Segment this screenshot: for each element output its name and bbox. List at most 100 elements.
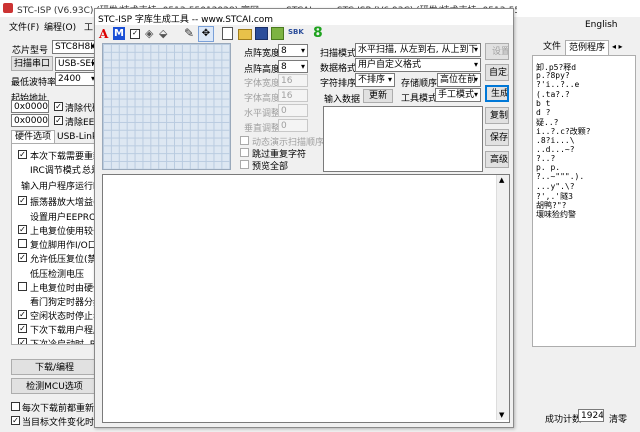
clear-eeprom-checkbox[interactable]: ✓ xyxy=(54,116,63,125)
option-checkbox[interactable]: ✓ xyxy=(18,196,27,205)
tab-hardware-options[interactable]: 硬件选项 xyxy=(11,130,55,144)
move-icon[interactable]: ✥ xyxy=(198,26,214,42)
input-data-field[interactable] xyxy=(323,106,483,172)
chip-select[interactable]: STC8H8K64U xyxy=(52,40,98,54)
tool-mode-select[interactable]: 手工模式 xyxy=(435,88,481,102)
reload-before-download-label: 每次下载前都重新装 xyxy=(22,404,104,414)
font-color-icon[interactable]: A xyxy=(99,27,108,41)
option-checkbox[interactable]: ✓ xyxy=(18,225,27,234)
import-icon[interactable] xyxy=(271,27,284,40)
scroll-down-arrow[interactable]: ▼ xyxy=(499,411,504,419)
dot-width-label: 点阵宽度 xyxy=(244,49,281,59)
vertical-adjust-label: 垂直调整 xyxy=(244,124,281,134)
open-folder-icon[interactable] xyxy=(238,29,252,40)
horizontal-adjust-input[interactable]: 0 xyxy=(278,104,308,117)
font-height-input[interactable]: 16 xyxy=(278,89,308,102)
auto-reload-checkbox[interactable]: ✓ xyxy=(11,416,20,425)
char-sort-label: 字符排序 xyxy=(320,79,357,89)
scan-port-button[interactable]: 扫描串口 xyxy=(11,56,53,71)
new-file-icon[interactable] xyxy=(222,27,233,40)
save-icon[interactable] xyxy=(255,27,268,40)
monospace-icon[interactable]: M xyxy=(113,27,125,40)
output-text-line: p. p. xyxy=(536,163,561,173)
clear-count-button[interactable]: 清零 xyxy=(609,412,627,425)
tab-file[interactable]: 文件 xyxy=(540,41,564,54)
scan-mode-select[interactable]: 水平扫描, 从左到右, 从上到下 xyxy=(355,43,481,57)
menu-program[interactable]: 编程(O) xyxy=(44,20,76,33)
pencil-icon[interactable]: ✎ xyxy=(184,26,194,40)
output-text-line: 壤味猃约警 xyxy=(536,210,576,220)
option-checkbox[interactable]: ✓ xyxy=(18,150,27,159)
output-text-line: p.?8py? xyxy=(536,71,570,81)
skip-repeat-checkbox[interactable] xyxy=(240,148,249,157)
storage-order-label: 存储顺序 xyxy=(401,79,438,89)
output-text-line: ..d...~? xyxy=(536,144,575,154)
custom-format-button[interactable]: 自定义格式 xyxy=(485,64,509,81)
scan-mode-label: 扫描模式 xyxy=(320,49,357,59)
output-text-line: ?..? xyxy=(536,154,556,163)
checkbox-icon[interactable]: ✓ xyxy=(130,29,140,39)
copy-data-button[interactable]: 复制数据 xyxy=(485,107,509,124)
data-format-label: 数据格式 xyxy=(320,64,357,74)
storage-order-select[interactable]: 高位在前 xyxy=(437,73,481,87)
dot-width-select[interactable]: 8 xyxy=(278,44,308,57)
scroll-up-arrow[interactable]: ▲ xyxy=(499,176,504,184)
output-text-line: ...y".\? xyxy=(536,181,575,191)
output-text-line: d ? xyxy=(536,108,551,117)
tab-scroll-arrows[interactable]: ◂ ▸ xyxy=(612,41,634,53)
update-button[interactable]: 更新 xyxy=(363,89,393,103)
dialog-title-bar: STC-ISP 字库生成工具 -- www.STCAI.com xyxy=(95,9,513,25)
detect-mcu-button[interactable]: 检测MCU选项 xyxy=(11,378,98,394)
tab-example-programs[interactable]: 范例程序 xyxy=(565,40,609,55)
font-tool-dialog: STC-ISP 字库生成工具 -- www.STCAI.com A M ✓ ◈ … xyxy=(94,8,514,428)
output-text-line: b t xyxy=(536,98,551,108)
toolbar-count: 8 xyxy=(313,25,323,41)
option-checkbox[interactable]: ✓ xyxy=(18,324,27,333)
output-data-area[interactable]: ▲ ▼ xyxy=(102,174,510,423)
output-text-line: (.ta?.? xyxy=(536,89,570,99)
output-text-line: ?..~""".). xyxy=(536,172,585,182)
font-height-label: 字体高度 xyxy=(244,94,281,104)
clear-code-checkbox[interactable]: ✓ xyxy=(54,102,63,111)
dot-height-label: 点阵高度 xyxy=(244,65,281,75)
address-input-2[interactable]: 0x0000 xyxy=(11,114,49,127)
animate-scan-checkbox[interactable] xyxy=(240,136,249,145)
port-select[interactable]: USB-SERIAL CH340 (COM3) xyxy=(55,57,98,71)
baud-label: 最低波特率 xyxy=(11,78,57,88)
vertical-adjust-input[interactable]: 0 xyxy=(278,119,308,132)
paint-bucket-icon[interactable]: ◈ xyxy=(145,27,153,40)
dialog-toolbar: A M ✓ ◈ ⬙ ✎ ✥ SBK 8 xyxy=(95,25,513,43)
font-width-label: 字体宽度 xyxy=(244,79,281,89)
option-checkbox[interactable]: ✓ xyxy=(18,253,27,262)
output-scrollbar[interactable]: ▲ ▼ xyxy=(496,175,509,420)
menu-file[interactable]: 文件(F) xyxy=(9,20,39,33)
chip-label: 芯片型号 xyxy=(12,46,49,56)
output-text-area[interactable]: 卸.p5?释d p.?8py? ?'i..?..e (.ta?.? b td ? 疑..?… xyxy=(532,55,636,347)
preview-all-checkbox[interactable] xyxy=(240,160,249,169)
save-data-button[interactable]: 保存数据 xyxy=(485,129,509,146)
option-checkbox[interactable]: ✓ xyxy=(18,338,27,344)
option-checkbox[interactable] xyxy=(18,239,27,248)
sbk-icon[interactable]: SBK xyxy=(288,28,304,36)
dialog-title: STC-ISP 字库生成工具 -- www.STCAI.com xyxy=(98,15,274,25)
generate-font-button[interactable]: 生成字库 xyxy=(485,85,509,102)
download-program-button[interactable]: 下载/编程 xyxy=(11,359,98,375)
dot-matrix-canvas[interactable] xyxy=(102,43,231,170)
menu-tools[interactable]: 工 xyxy=(84,20,93,33)
data-format-select[interactable]: 用户自定义格式 xyxy=(355,58,481,72)
dot-height-select[interactable]: 8 xyxy=(278,60,308,73)
option-checkbox[interactable] xyxy=(18,282,27,291)
tool-mode-label: 工具模式 xyxy=(401,94,438,104)
char-sort-select[interactable]: 不排序 xyxy=(355,73,395,87)
baud-select[interactable]: 2400 xyxy=(55,72,98,86)
reload-before-download-checkbox[interactable] xyxy=(11,402,20,411)
eraser-icon[interactable]: ⬙ xyxy=(159,27,167,40)
font-width-input[interactable]: 16 xyxy=(278,74,308,87)
advanced-button[interactable]: 高级功能 xyxy=(485,151,509,168)
set-font-button[interactable]: 设置字体 xyxy=(485,43,509,60)
auto-reload-label: 当目标文件变化时自 xyxy=(22,418,104,428)
option-checkbox[interactable]: ✓ xyxy=(18,310,27,319)
address-input-1[interactable]: 0x0000 xyxy=(11,100,49,113)
language-english[interactable]: English xyxy=(585,20,618,30)
app-icon xyxy=(3,3,13,13)
